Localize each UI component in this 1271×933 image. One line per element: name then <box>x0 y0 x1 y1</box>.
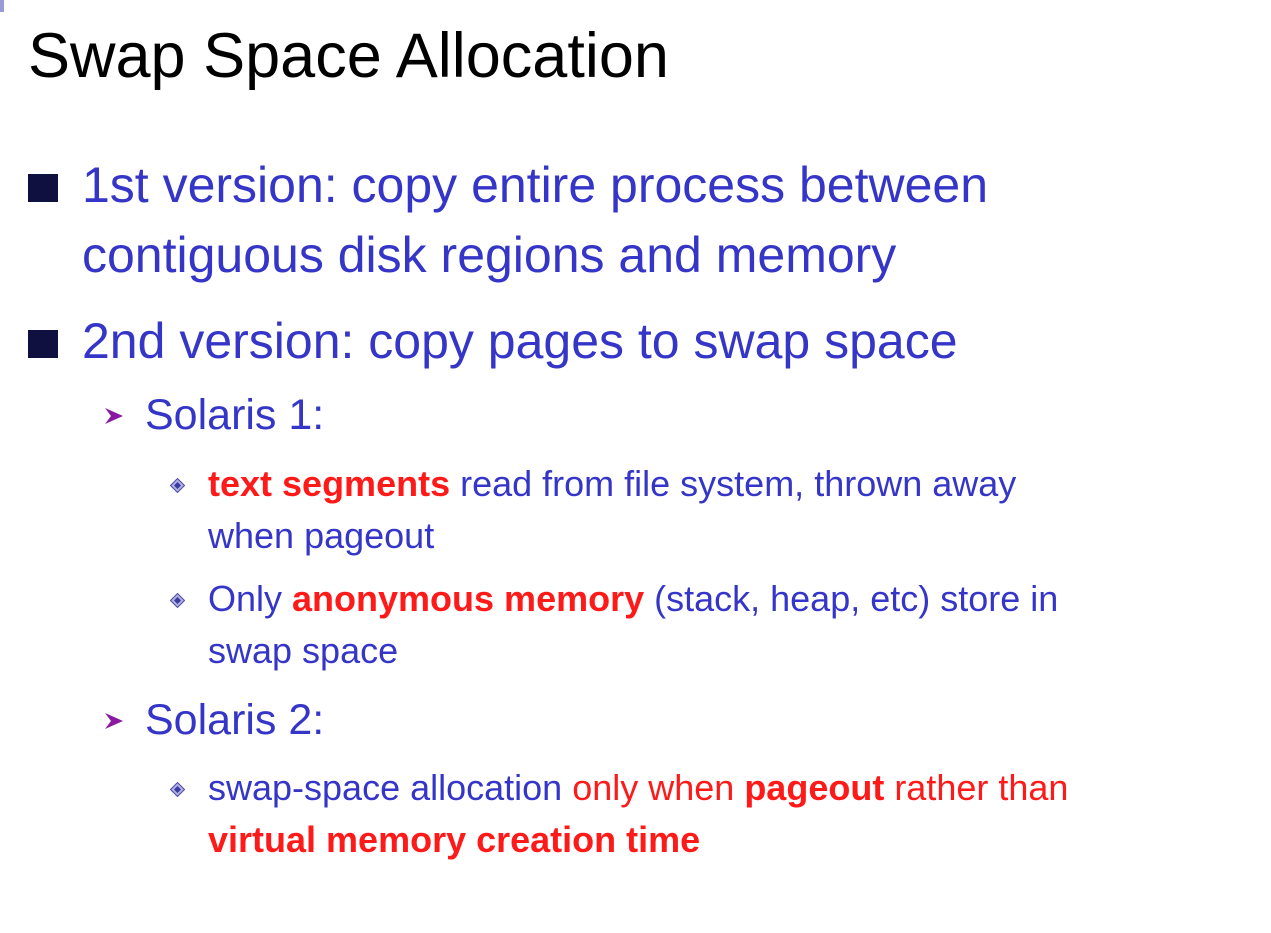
square-bullet-icon <box>28 330 58 358</box>
detail-item-swap-allocation: swap-space allocation only when pageout … <box>170 762 1266 866</box>
bullet-text: 2nd version: copy pages to swap space <box>82 313 958 369</box>
emphasis-text: anonymous memory <box>292 578 645 619</box>
bullet-item-1st-version: 1st version: copy entire process between <box>28 156 989 214</box>
subbullet-label: Solaris 2: <box>145 696 325 744</box>
detail-text: Only <box>208 578 293 619</box>
arrow-bullet-icon <box>105 408 123 424</box>
bullet-text: 1st version: copy entire process between <box>82 157 989 213</box>
emphasis-text: pageout <box>744 767 885 808</box>
square-bullet-icon <box>28 174 58 202</box>
subbullet-solaris-1: Solaris 1: <box>105 390 325 440</box>
detail-text: swap-space allocation <box>208 767 573 808</box>
emphasis-text: virtual memory creation time <box>208 819 701 860</box>
bullet-item-2nd-version: 2nd version: copy pages to swap space <box>28 312 958 370</box>
diamond-bullet-icon <box>170 478 185 493</box>
detail-text: read from file system, thrown away <box>450 463 1017 504</box>
detail-item-text-segments: text segments read from file system, thr… <box>170 458 1266 562</box>
slide-content: 1st version: copy entire process between… <box>0 0 1271 933</box>
detail-text: swap space <box>208 630 399 671</box>
detail-item-anonymous-memory: Only anonymous memory (stack, heap, etc)… <box>170 573 1266 677</box>
emphasis-text: only when <box>572 767 745 808</box>
subbullet-label: Solaris 1: <box>145 391 325 439</box>
emphasis-text: text segments <box>208 463 451 504</box>
diamond-bullet-icon <box>170 593 185 608</box>
bullet-item-1st-version-cont: contiguous disk regions and memory <box>82 226 896 284</box>
arrow-bullet-icon <box>105 713 123 729</box>
diamond-bullet-icon <box>170 782 185 797</box>
detail-text: (stack, heap, etc) store in <box>644 578 1059 619</box>
subbullet-solaris-2: Solaris 2: <box>105 695 325 745</box>
detail-text: when pageout <box>208 515 435 556</box>
bullet-text: contiguous disk regions and memory <box>82 227 897 283</box>
emphasis-text: rather than <box>884 767 1069 808</box>
